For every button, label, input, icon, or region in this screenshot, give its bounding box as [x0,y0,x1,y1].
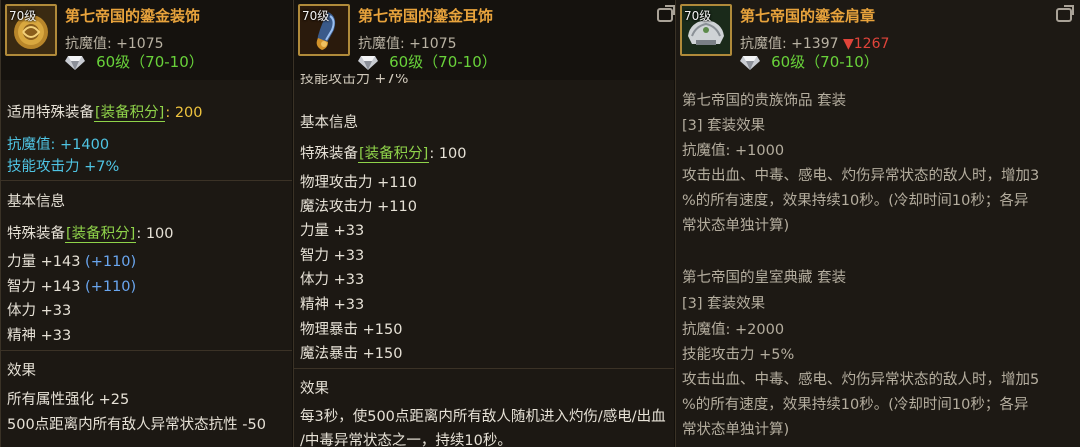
grade-text: 60级（70-10） [771,53,879,71]
applies-special-line: 适用特殊装备[装备积分]: 200 [7,105,203,122]
silver-gem-icon [65,55,85,70]
effect-header: 效果 [300,381,329,397]
stat-spirit: 精神 +33 [300,297,365,313]
set2-resist: 抗魔值: +2000 [682,322,785,338]
set1-resist: 抗魔值: +1000 [682,143,785,159]
stat-vitality: 体力 +33 [300,272,365,288]
stat-vitality: 体力 +33 [7,303,72,319]
silver-gem-icon [358,55,378,70]
set2-desc-1: 攻击出血、中毒、感电、灼伤异常状态的敌人时，增加5 [682,372,1040,388]
grade-text: 60级（70-10） [96,53,204,71]
set1-effect-label: [3] 套装效果 [682,118,766,134]
level-tag: 70级 [302,9,330,23]
set1-desc-3: 常状态单独计算) [682,218,790,234]
tooltip-panel-decoration: 70级 第七帝国的鎏金装饰 抗魔值: +1075 60级（70-10） 适用特殊… [0,0,292,447]
special-equip-line: 特殊装备[装备积分]: 100 [300,146,467,163]
bonus-skill-atk: 技能攻击力 +7% [7,159,120,175]
set1-desc-1: 攻击出血、中毒、感电、灼伤异常状态的敌人时，增加3 [682,168,1040,184]
effect-line-1: 所有属性强化 +25 [7,392,130,408]
grade-text: 60级（70-10） [389,53,497,71]
tooltip-panel-earring: 70级 第七帝国的鎏金耳饰 抗魔值: +1075 60级（70-10） 技能攻击… [293,0,674,447]
share-icon[interactable] [1056,8,1072,22]
equip-score-tag[interactable]: [装备积分] [94,105,166,122]
special-equip-line: 特殊装备[装备积分]: 100 [7,226,174,243]
tooltip-panel-epaulette: 70级 第七帝国的鎏金肩章 抗魔值: +1397 ▼1267 60级（70-10… [675,0,1080,447]
set1-desc-2: %的所有速度，效果持续10秒。(冷却时间10秒；各异 [682,193,1029,209]
resist-diff: ▼1267 [842,36,890,52]
item-title: 第七帝国的鎏金装饰 [65,7,201,25]
resist-stat: 抗魔值: +1075 [65,36,164,52]
item-icon-earring[interactable]: 70级 [298,4,350,56]
level-tag: 70级 [9,9,37,23]
basic-info-header: 基本信息 [7,194,65,210]
set2-desc-2: %的所有速度，效果持续10秒。(冷却时间10秒；各异 [682,397,1029,413]
stat-strength: 力量 +143 (+110) [7,254,137,270]
equip-score-tag[interactable]: [装备积分] [358,146,430,163]
effect-line-1: 每3秒，使500点距离内所有敌人随机进入灼伤/感电/出血 [300,409,666,425]
level-tag: 70级 [684,9,712,23]
stat-phys-crit: 物理暴击 +150 [300,322,403,338]
item-icon-decoration[interactable]: 70级 [5,4,57,56]
divider [1,180,292,181]
partial-line: 技能攻击力 +7% [300,74,409,84]
stat-strength: 力量 +33 [300,223,365,239]
grade-row: 60级（70-10） [740,51,879,71]
set2-skill: 技能攻击力 +5% [682,347,795,363]
set2-desc-3: 常状态单独计算) [682,422,790,438]
stat-spirit: 精神 +33 [7,328,72,344]
effect-line-2: /中毒异常状态之一，持续10秒。 [300,433,512,447]
grade-row: 60级（70-10） [65,51,204,71]
bonus-resist: 抗魔值: +1400 [7,137,110,153]
item-title: 第七帝国的鎏金耳饰 [358,7,494,25]
item-title: 第七帝国的鎏金肩章 [740,7,876,25]
tooltip-header: 70级 第七帝国的鎏金肩章 抗魔值: +1397 ▼1267 60级（70-10… [676,0,1080,80]
basic-info-header: 基本信息 [300,115,358,131]
stat-mag-crit: 魔法暴击 +150 [300,346,403,362]
divider [1,350,292,351]
effect-header: 效果 [7,363,36,379]
resist-stat: 抗魔值: +1397 ▼1267 [740,36,890,52]
share-icon[interactable] [657,8,673,22]
set2-name: 第七帝国的皇室典藏 套装 [682,270,847,286]
tooltip-header: 70级 第七帝国的鎏金耳饰 抗魔值: +1075 60级（70-10） [294,0,674,80]
stat-intelligence: 智力 +33 [300,248,365,264]
grade-row: 60级（70-10） [358,51,497,71]
tooltip-header: 70级 第七帝国的鎏金装饰 抗魔值: +1075 60级（70-10） [1,0,292,80]
item-icon-epaulette[interactable]: 70级 [680,4,732,56]
equip-score-tag[interactable]: [装备积分] [65,226,137,243]
divider [294,368,674,369]
set1-name: 第七帝国的贵族饰品 套装 [682,93,847,109]
set2-effect-label: [3] 套装效果 [682,296,766,312]
resist-stat: 抗魔值: +1075 [358,36,457,52]
silver-gem-icon [740,55,760,70]
stat-mag-atk: 魔法攻击力 +110 [300,199,417,215]
stat-phys-atk: 物理攻击力 +110 [300,175,417,191]
effect-line-2: 500点距离内所有敌人异常状态抗性 -50 [7,417,266,433]
stat-intelligence: 智力 +143 (+110) [7,279,137,295]
